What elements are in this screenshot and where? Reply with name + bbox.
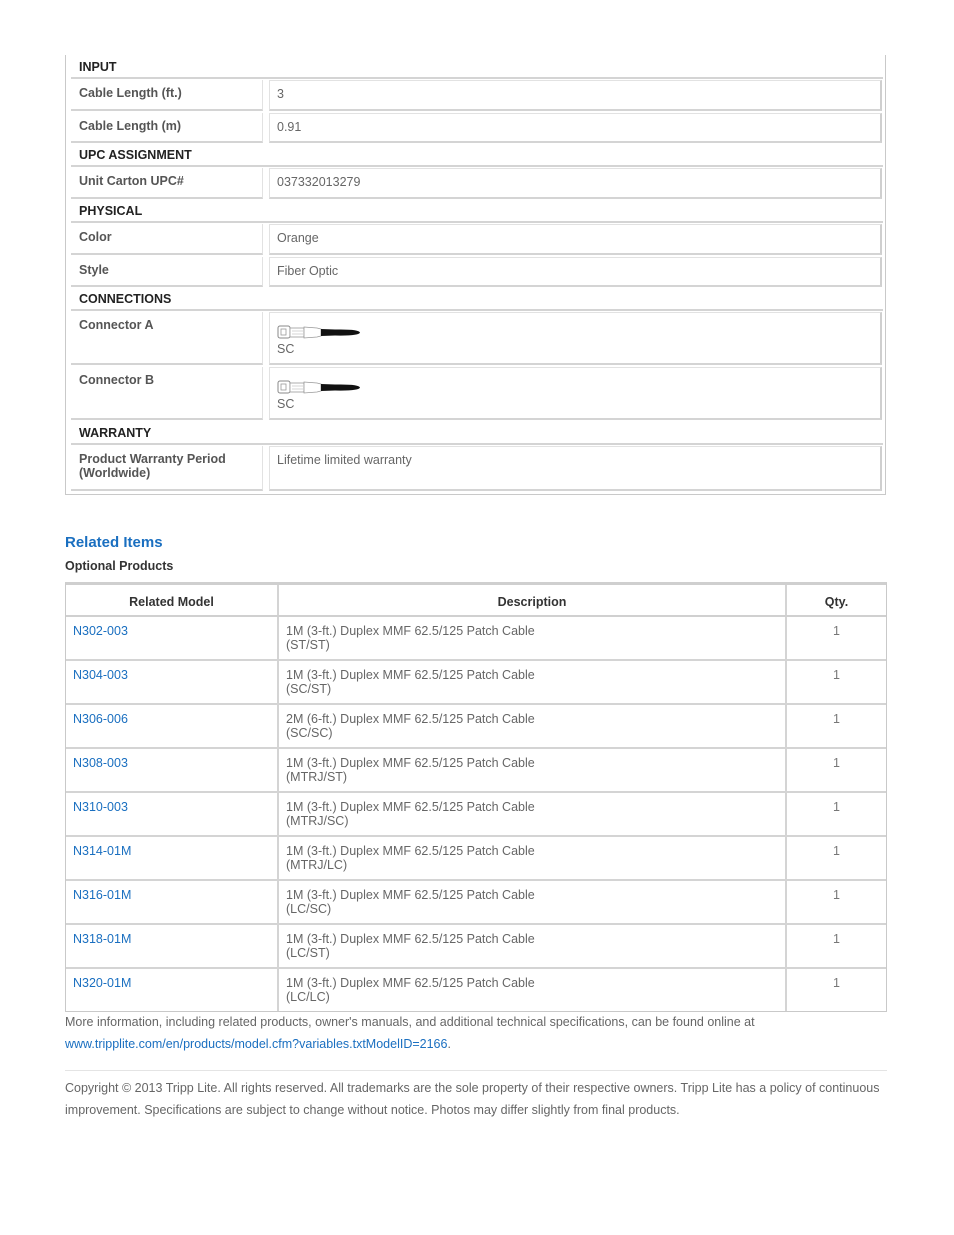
section-header-upc: UPC ASSIGNMENT xyxy=(71,143,883,167)
description-line: 1M (3-ft.) Duplex MMF 62.5/125 Patch Cab… xyxy=(286,800,535,814)
label-style: Style xyxy=(71,257,263,287)
label-color: Color xyxy=(71,224,263,255)
table-row: N316-01M 1M (3-ft.) Duplex MMF 62.5/125 … xyxy=(66,881,886,925)
description-line: 1M (3-ft.) Duplex MMF 62.5/125 Patch Cab… xyxy=(286,668,535,682)
description-line: (MTRJ/ST) xyxy=(286,770,348,784)
more-info-text: More information, including related prod… xyxy=(65,1011,887,1055)
table-row: N310-003 1M (3-ft.) Duplex MMF 62.5/125 … xyxy=(66,793,886,837)
model-link[interactable]: N308-003 xyxy=(66,749,279,791)
description-cell: 1M (3-ft.) Duplex MMF 62.5/125 Patch Cab… xyxy=(279,793,787,835)
model-link[interactable]: N304-003 xyxy=(66,661,279,703)
value-cable-length-m: 0.91 xyxy=(269,113,882,143)
model-link[interactable]: N320-01M xyxy=(66,969,279,1011)
connector-a-type: SC xyxy=(277,342,295,356)
description-line: 1M (3-ft.) Duplex MMF 62.5/125 Patch Cab… xyxy=(286,844,535,858)
description-line: (SC/SC) xyxy=(286,726,333,740)
table-row: N308-003 1M (3-ft.) Duplex MMF 62.5/125 … xyxy=(66,749,886,793)
description-line: (LC/ST) xyxy=(286,946,330,960)
qty-cell: 1 xyxy=(833,932,840,946)
label-warranty: Product Warranty Period (Worldwide) xyxy=(71,446,263,491)
description-line: (LC/SC) xyxy=(286,902,332,916)
qty-cell: 1 xyxy=(833,800,840,814)
description-line: (MTRJ/SC) xyxy=(286,814,349,828)
description-cell: 1M (3-ft.) Duplex MMF 62.5/125 Patch Cab… xyxy=(279,617,787,659)
table-row: N320-01M 1M (3-ft.) Duplex MMF 62.5/125 … xyxy=(66,969,886,1011)
qty-cell: 1 xyxy=(833,756,840,770)
related-products-table: Related Model Description Qty. N302-003 … xyxy=(65,582,887,1012)
value-warranty: Lifetime limited warranty xyxy=(269,446,882,491)
connector-b-type: SC xyxy=(277,397,295,411)
model-link[interactable]: N318-01M xyxy=(66,925,279,967)
section-header-warranty: WARRANTY xyxy=(71,421,883,445)
model-link[interactable]: N302-003 xyxy=(66,617,279,659)
table-row: N306-006 2M (6-ft.) Duplex MMF 62.5/125 … xyxy=(66,705,886,749)
description-line: (ST/ST) xyxy=(286,638,330,652)
description-line: 1M (3-ft.) Duplex MMF 62.5/125 Patch Cab… xyxy=(286,624,535,638)
column-header-model: Related Model xyxy=(66,585,279,615)
description-cell: 1M (3-ft.) Duplex MMF 62.5/125 Patch Cab… xyxy=(279,969,787,1011)
table-row: N318-01M 1M (3-ft.) Duplex MMF 62.5/125 … xyxy=(66,925,886,969)
qty-cell: 1 xyxy=(833,712,840,726)
description-line: 1M (3-ft.) Duplex MMF 62.5/125 Patch Cab… xyxy=(286,888,535,902)
label-cable-length-m: Cable Length (m) xyxy=(71,113,263,143)
label-connector-b: Connector B xyxy=(71,367,263,420)
label-upc: Unit Carton UPC# xyxy=(71,168,263,199)
description-line: 1M (3-ft.) Duplex MMF 62.5/125 Patch Cab… xyxy=(286,932,535,946)
description-cell: 1M (3-ft.) Duplex MMF 62.5/125 Patch Cab… xyxy=(279,661,787,703)
model-page-link[interactable]: www.tripplite.com/en/products/model.cfm?… xyxy=(65,1037,447,1051)
model-link[interactable]: N310-003 xyxy=(66,793,279,835)
model-link[interactable]: N306-006 xyxy=(66,705,279,747)
description-line: 2M (6-ft.) Duplex MMF 62.5/125 Patch Cab… xyxy=(286,712,535,726)
more-info-sentence: More information, including related prod… xyxy=(65,1015,755,1029)
value-color: Orange xyxy=(269,224,882,255)
label-connector-a: Connector A xyxy=(71,312,263,365)
table-row: N304-003 1M (3-ft.) Duplex MMF 62.5/125 … xyxy=(66,661,886,705)
model-link[interactable]: N316-01M xyxy=(66,881,279,923)
related-items-title: Related Items xyxy=(65,534,163,551)
column-header-qty: Qty. xyxy=(824,595,849,609)
optional-products-label: Optional Products xyxy=(65,559,174,573)
description-cell: 1M (3-ft.) Duplex MMF 62.5/125 Patch Cab… xyxy=(279,881,787,923)
value-cable-length-ft: 3 xyxy=(269,80,882,111)
section-header-input: INPUT xyxy=(71,55,883,79)
description-line: 1M (3-ft.) Duplex MMF 62.5/125 Patch Cab… xyxy=(286,756,535,770)
value-upc: 037332013279 xyxy=(269,168,882,199)
value-connector-b: SC xyxy=(269,367,882,420)
description-cell: 1M (3-ft.) Duplex MMF 62.5/125 Patch Cab… xyxy=(279,925,787,967)
more-info-period: . xyxy=(447,1037,451,1051)
description-cell: 1M (3-ft.) Duplex MMF 62.5/125 Patch Cab… xyxy=(279,749,787,791)
footer-divider xyxy=(65,1070,887,1071)
qty-cell: 1 xyxy=(833,976,840,990)
copyright-text: Copyright © 2013 Tripp Lite. All rights … xyxy=(65,1081,880,1117)
column-header-description: Description xyxy=(279,585,787,615)
qty-cell: 1 xyxy=(833,888,840,902)
value-style: Fiber Optic xyxy=(269,257,882,287)
table-row: N314-01M 1M (3-ft.) Duplex MMF 62.5/125 … xyxy=(66,837,886,881)
label-cable-length-ft: Cable Length (ft.) xyxy=(71,80,263,111)
description-cell: 2M (6-ft.) Duplex MMF 62.5/125 Patch Cab… xyxy=(279,705,787,747)
table-row: N302-003 1M (3-ft.) Duplex MMF 62.5/125 … xyxy=(66,617,886,661)
value-connector-a: SC xyxy=(269,312,882,365)
description-line: (LC/LC) xyxy=(286,990,330,1004)
spec-table: INPUT Cable Length (ft.) 3 Cable Length … xyxy=(65,55,886,495)
qty-cell: 1 xyxy=(833,624,840,638)
model-link[interactable]: N314-01M xyxy=(66,837,279,879)
description-line: 1M (3-ft.) Duplex MMF 62.5/125 Patch Cab… xyxy=(286,976,535,990)
description-line: (MTRJ/LC) xyxy=(286,858,348,872)
section-header-physical: PHYSICAL xyxy=(71,199,883,223)
section-header-connections: CONNECTIONS xyxy=(71,287,883,311)
qty-cell: 1 xyxy=(833,668,840,682)
description-cell: 1M (3-ft.) Duplex MMF 62.5/125 Patch Cab… xyxy=(279,837,787,879)
qty-cell: 1 xyxy=(833,844,840,858)
description-line: (SC/ST) xyxy=(286,682,332,696)
table-header: Related Model Description Qty. xyxy=(66,585,886,617)
